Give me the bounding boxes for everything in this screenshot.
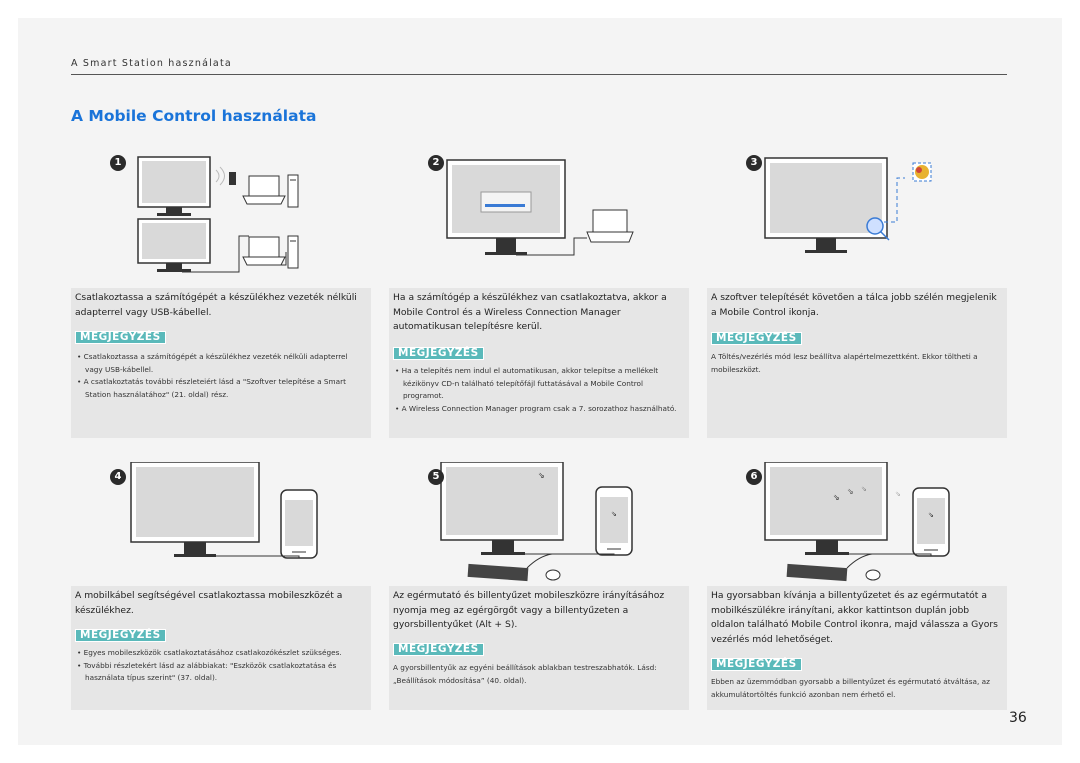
step-5-note-badge: MEGJEGYZÉS <box>393 643 484 656</box>
step-1-notes: • Csatlakoztassa a számítógépét a készül… <box>75 351 367 401</box>
step-6-number: 6 <box>746 469 762 485</box>
svg-text:⇘: ⇘ <box>538 471 545 480</box>
step-6-note-badge: MEGJEGYZÉS <box>711 658 802 671</box>
step-2-description: Ha a számítógép a készülékhez van csatla… <box>393 292 667 332</box>
svg-text:⇘: ⇘ <box>861 485 867 493</box>
step-3-description: A szoftver telepítését követően a tálca … <box>711 292 997 318</box>
step-1-number: 1 <box>110 155 126 171</box>
section-header: A Smart Station használata <box>71 58 232 69</box>
step-1-description: Csatlakoztassa a számítógépét a készülék… <box>75 292 357 318</box>
step-1-panel: Csatlakoztassa a számítógépét a készülék… <box>71 288 371 438</box>
step-6-notes: Ebben az üzemmódban gyorsabb a billentyű… <box>711 676 1003 701</box>
page-title: A Mobile Control használata <box>71 107 317 125</box>
list-item: • A Wireless Connection Manager program … <box>395 403 677 413</box>
step-3-number: 3 <box>746 155 762 171</box>
step-4-illustration: 4 <box>71 462 371 592</box>
step-1-illustration: 1 <box>71 148 371 278</box>
list-item: • További részletekért lásd az alábbiaka… <box>77 660 337 683</box>
list-item: • A csatlakoztatás további részleteiért … <box>77 377 346 399</box>
step-4-notes: • Egyes mobileszközök csatlakoztatásához… <box>75 647 367 685</box>
step-6-illustration: 6 ⇘ ⇘ ⇘ ⇘ ⇘ <box>707 462 1007 592</box>
step-5-description: Az egérmutató és billentyűzet mobileszkö… <box>393 590 665 630</box>
list-item: Ebben az üzemmódban gyorsabb a billentyű… <box>711 677 990 699</box>
svg-text:⇘: ⇘ <box>847 487 854 496</box>
step-4-description: A mobilkábel segítségével csatlakoztassa… <box>75 590 343 616</box>
svg-text:⇘: ⇘ <box>611 510 617 518</box>
step-4-number: 4 <box>110 469 126 485</box>
list-item: • Csatlakoztassa a számítógépét a készül… <box>77 352 348 374</box>
list-item: • Egyes mobileszközök csatlakoztatásához… <box>77 648 342 657</box>
list-item: A Töltés/vezérlés mód lesz beállítva ala… <box>711 352 978 374</box>
step-3-panel: A szoftver telepítését követően a tálca … <box>707 288 1007 438</box>
step-3-notes: A Töltés/vezérlés mód lesz beállítva ala… <box>711 351 1003 376</box>
step-2-illustration: 2 <box>389 148 689 278</box>
step-6-panel: Ha gyorsabban kívánja a billentyűzetet é… <box>707 586 1007 710</box>
list-item: • Ha a telepítés nem indul el automatiku… <box>395 366 659 400</box>
step-3-illustration: 3 <box>707 148 1007 278</box>
step-6-description: Ha gyorsabban kívánja a billentyűzetet é… <box>711 590 998 645</box>
step-3-note-badge: MEGJEGYZÉS <box>711 332 802 345</box>
step-5-number: 5 <box>428 469 444 485</box>
step-1-note-badge: MEGJEGYZÉS <box>75 331 166 344</box>
svg-text:⇘: ⇘ <box>928 511 934 519</box>
step-2-notes: • Ha a telepítés nem indul el automatiku… <box>393 365 685 415</box>
step-5-panel: Az egérmutató és billentyűzet mobileszkö… <box>389 586 689 710</box>
page-number: 36 <box>1009 710 1027 726</box>
list-item: A gyorsbillentyűk az egyéni beállítások … <box>393 663 657 685</box>
step-5-notes: A gyorsbillentyűk az egyéni beállítások … <box>393 662 685 687</box>
svg-text:⇘: ⇘ <box>833 493 840 502</box>
step-2-note-badge: MEGJEGYZÉS <box>393 347 484 360</box>
header-divider <box>71 74 1007 75</box>
step-2-panel: Ha a számítógép a készülékhez van csatla… <box>389 288 689 438</box>
step-2-number: 2 <box>428 155 444 171</box>
step-4-note-badge: MEGJEGYZÉS <box>75 629 166 642</box>
svg-text:⇘: ⇘ <box>895 490 901 498</box>
step-5-illustration: 5 ⇘ ⇘ <box>389 462 689 592</box>
step-4-panel: A mobilkábel segítségével csatlakoztassa… <box>71 586 371 710</box>
